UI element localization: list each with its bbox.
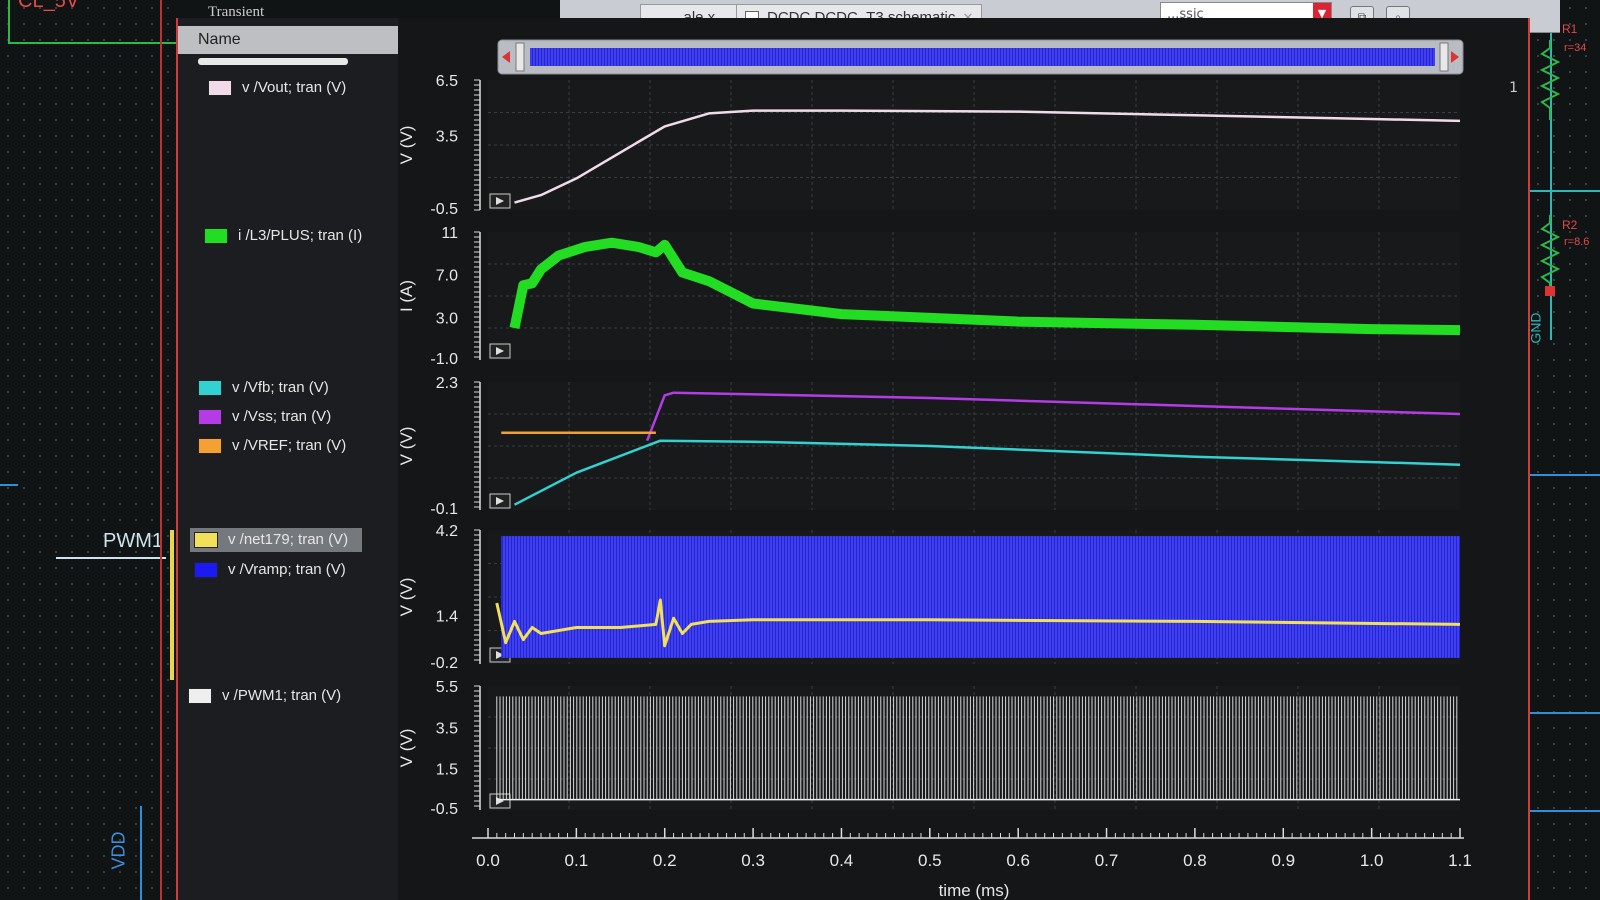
trace-color-swatch [188, 688, 212, 705]
schematic-wire [1530, 190, 1600, 192]
y-tick-label: 3.0 [436, 310, 458, 327]
y-tick-label: 3.5 [436, 720, 458, 737]
y-axis-label: V (V) [398, 427, 416, 466]
resistor-label-r2: R2 [1562, 218, 1578, 232]
x-tick-label: 1.0 [1360, 851, 1384, 870]
y-tick-label: -1.0 [430, 351, 458, 368]
y-tick-label: 6.5 [436, 73, 458, 90]
selection-marker [170, 530, 174, 680]
y-tick-label: -0.1 [430, 501, 458, 518]
trace-color-swatch [194, 562, 218, 579]
schematic-wire [8, 0, 10, 42]
trace-color-swatch [208, 80, 232, 97]
net-label-vdd: VDD [108, 831, 129, 870]
y-tick-label: -0.5 [430, 201, 458, 218]
overview-strip[interactable] [497, 39, 1464, 75]
legend-item-label: v /Vss; tran (V) [232, 408, 332, 425]
y-tick-label: 2.3 [436, 375, 458, 392]
window-edge [160, 0, 162, 900]
y-tick-label: 11 [441, 225, 458, 242]
resistor-value-r2: r=8.6 [1564, 236, 1590, 248]
trace-color-swatch [194, 532, 218, 549]
legend-item-vss[interactable]: v /Vss; tran (V) [198, 405, 331, 429]
legend-item-label: v /PWM1; tran (V) [222, 687, 342, 704]
overview-waveform [530, 48, 1435, 66]
schematic-wire [1530, 810, 1600, 812]
legend-item-label: v /Vfb; tran (V) [232, 379, 329, 396]
y-axis-label: V (V) [398, 126, 416, 165]
y-tick-label: -0.2 [430, 655, 458, 672]
trace-color-swatch [198, 438, 222, 455]
legend-item-label: v /Vramp; tran (V) [228, 561, 346, 578]
y-tick-label: 3.5 [436, 129, 458, 146]
y-axis-label: I (A) [398, 280, 416, 312]
legend-item-net179[interactable]: v /net179; tran (V) [190, 528, 363, 552]
x-tick-label: 0.0 [476, 851, 500, 870]
legend-item-il3[interactable]: i /L3/PLUS; tran (I) [204, 224, 362, 248]
y-tick-label: 1.4 [436, 608, 458, 625]
legend-item-label: i /L3/PLUS; tran (I) [238, 227, 363, 244]
trace-legend-panel: Transient Name v /Vout; tran (V) i /L3/P… [176, 4, 400, 900]
trace-vramp[interactable] [501, 536, 1461, 658]
x-tick-label: 0.1 [565, 851, 589, 870]
legend-item-label: v /Vout; tran (V) [242, 79, 347, 96]
y-tick-label: 7.0 [436, 268, 458, 285]
schematic-wire [1530, 474, 1600, 476]
waveform-plots: 6.5 3.5 -0.5 V (V) 11 7.0 3.0 -1.0 I (A) 2.3 -0.1 V… [398, 39, 1472, 900]
x-tick-label: 0.6 [1006, 851, 1030, 870]
trace-color-swatch [198, 409, 222, 426]
legend-title: Transient [208, 4, 265, 20]
schematic-wire [1530, 712, 1600, 714]
x-tick-label: 0.2 [653, 851, 677, 870]
x-tick-label: 0.3 [741, 851, 765, 870]
legend-item-label: v /VREF; tran (V) [232, 437, 347, 454]
schematic-wire [140, 806, 142, 900]
x-tick-label: 0.8 [1183, 851, 1207, 870]
x-tick-label: 0.7 [1095, 851, 1119, 870]
legend-scrollbar[interactable] [198, 58, 348, 65]
x-tick-label: 1.1 [1448, 851, 1472, 870]
y-tick-label: -0.5 [430, 801, 458, 818]
resistor-symbol [1539, 215, 1561, 295]
legend-item-vramp[interactable]: v /Vramp; tran (V) [194, 558, 346, 582]
overview-left-handle[interactable] [515, 42, 525, 72]
legend-item-label: v /net179; tran (V) [228, 531, 349, 548]
trace-color-swatch [204, 228, 228, 245]
waveform-panel: 1 6.5 3.5 -0.5 V (V) 11 7.0 3.0 -1.0 I (A) 2.3 -0.… [398, 18, 1530, 900]
legend-item-pwm1[interactable]: v /PWM1; tran (V) [188, 684, 341, 708]
trace-pwm1[interactable] [496, 696, 1458, 800]
y-tick-label: 5.5 [436, 679, 458, 696]
y-axis-label: V (V) [398, 729, 416, 768]
resistor-symbol [1539, 40, 1561, 120]
trace-color-swatch [198, 380, 222, 397]
schematic-wire [0, 484, 18, 486]
schematic-wire [56, 557, 166, 559]
overview-right-handle[interactable] [1439, 42, 1449, 72]
resistor-value-r1: r=34 [1564, 42, 1587, 54]
schematic-canvas-right [1530, 0, 1600, 900]
legend-item-vfb[interactable]: v /Vfb; tran (V) [198, 376, 329, 400]
y-tick-label: 4.2 [436, 523, 458, 540]
schematic-canvas-left [0, 0, 176, 900]
legend-item-vout[interactable]: v /Vout; tran (V) [208, 76, 346, 100]
net-label-pwm: PWM1 [103, 530, 163, 552]
y-axis-label: V (V) [398, 578, 416, 617]
x-tick-label: 0.9 [1271, 851, 1295, 870]
y-tick-label: 1.5 [436, 762, 458, 779]
legend-header[interactable]: Name [178, 26, 400, 54]
x-tick-label: 0.5 [918, 851, 942, 870]
pin-marker [1545, 286, 1555, 296]
x-axis-label: time (ms) [939, 881, 1010, 900]
legend-item-vref[interactable]: v /VREF; tran (V) [198, 434, 346, 458]
resistor-label-r1: R1 [1562, 22, 1578, 36]
x-tick-label: 0.4 [830, 851, 854, 870]
net-label-top: CL_5V [18, 0, 80, 12]
